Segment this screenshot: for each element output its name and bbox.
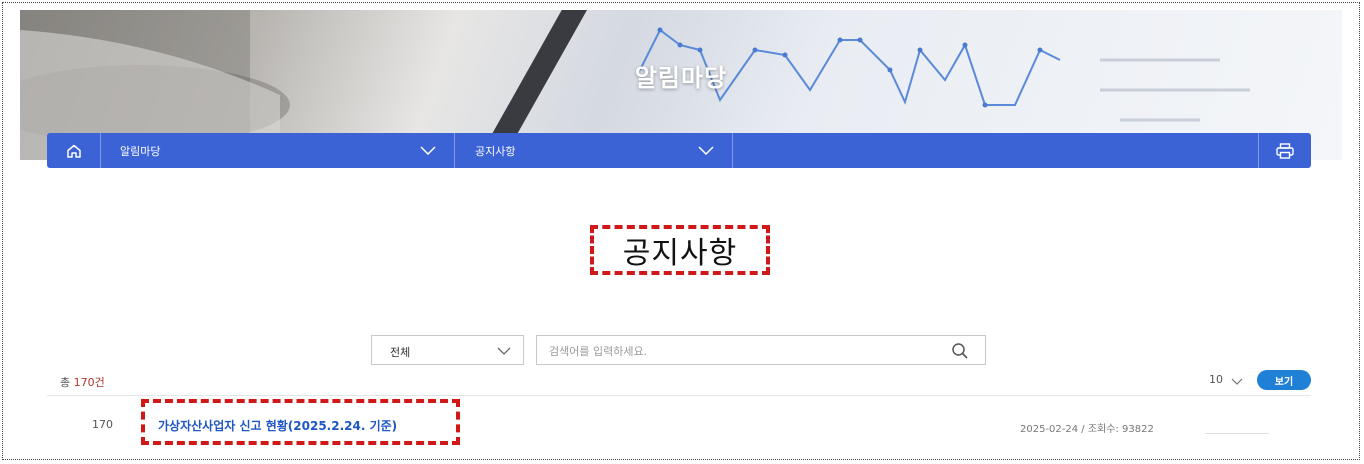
category-selected-value: 전체 — [390, 346, 411, 359]
row-divider — [1205, 433, 1269, 434]
chevron-down-icon — [420, 146, 436, 155]
total-prefix: 총 — [60, 376, 74, 389]
nav-depth1-label: 알림마당 — [120, 144, 161, 158]
page-title: 공지사항 — [622, 236, 738, 271]
nav-depth1-dropdown[interactable]: 알림마당 — [100, 133, 455, 168]
nav-depth2-label: 공지사항 — [475, 144, 516, 158]
home-icon — [66, 144, 81, 158]
row-number: 170 — [92, 418, 113, 431]
chevron-down-icon — [1231, 378, 1243, 385]
category-select[interactable]: 전체 — [371, 335, 524, 365]
printer-icon — [1276, 142, 1294, 159]
nav-depth2-dropdown[interactable]: 공지사항 — [455, 133, 733, 168]
page-title-highlight: 공지사항 — [590, 225, 770, 275]
search-input[interactable] — [547, 340, 941, 362]
per-page-select[interactable]: 10 — [1209, 373, 1243, 386]
hero-title: 알림마당 — [634, 64, 728, 92]
row-meta: 2025-02-24 / 조회수: 93822 — [1020, 424, 1154, 435]
chevron-down-icon — [698, 146, 714, 155]
print-button[interactable] — [1258, 133, 1311, 168]
total-count-value: 170건 — [73, 376, 105, 389]
chevron-down-icon — [497, 347, 511, 355]
total-count: 총 170건 — [60, 374, 105, 390]
location-navbar: 알림마당 공지사항 — [47, 133, 1311, 168]
search-box — [536, 335, 986, 365]
search-icon[interactable] — [951, 342, 969, 360]
notice-title-link[interactable]: 가상자산사업자 신고 현황(2025.2.24. 기준) — [158, 417, 397, 434]
home-button[interactable] — [47, 133, 101, 168]
per-page-value: 10 — [1209, 373, 1223, 386]
view-button[interactable]: 보기 — [1257, 370, 1311, 390]
list-top-divider — [47, 395, 1311, 396]
